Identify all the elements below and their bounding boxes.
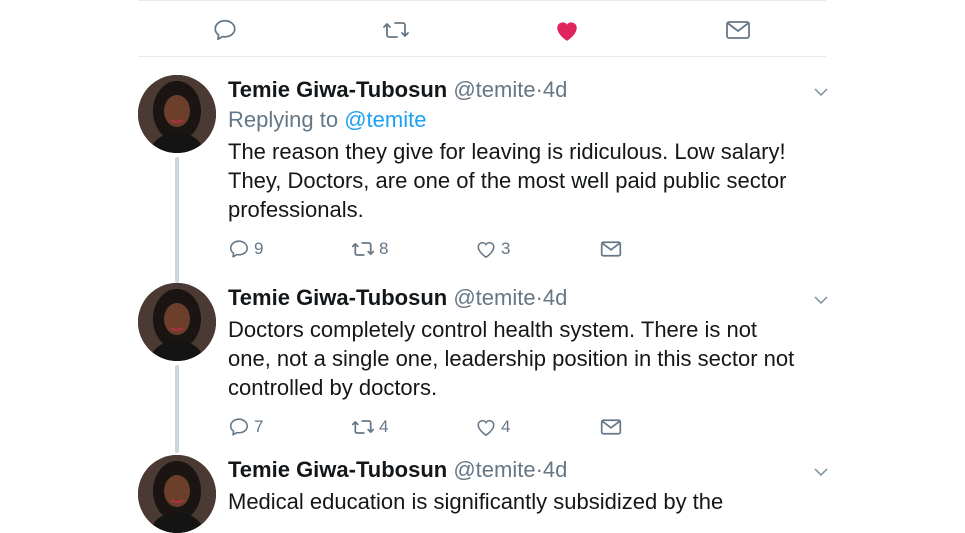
tweet-action-bar-top bbox=[138, 0, 826, 57]
retweet-icon bbox=[351, 420, 375, 434]
author-handle[interactable]: @temite bbox=[453, 77, 535, 102]
mail-icon bbox=[600, 241, 622, 257]
heart-icon bbox=[477, 419, 495, 437]
direct-message-button[interactable] bbox=[600, 234, 622, 264]
author-name[interactable]: Temie Giwa-Tubosun bbox=[228, 285, 447, 310]
direct-message-button[interactable] bbox=[600, 412, 622, 442]
tweet-header: Temie Giwa-Tubosun @temite·4d bbox=[228, 455, 828, 485]
replying-to-label: Replying to bbox=[228, 107, 339, 132]
retweet-icon bbox=[383, 22, 409, 38]
separator-dot: · bbox=[535, 77, 543, 102]
timestamp[interactable]: 4d bbox=[543, 457, 567, 482]
reply-count: 9 bbox=[254, 239, 264, 258]
mention-link[interactable]: @temite bbox=[344, 107, 426, 132]
avatar-portrait bbox=[138, 75, 216, 153]
like-button[interactable]: 3 bbox=[475, 234, 510, 264]
author-name[interactable]: Temie Giwa-Tubosun bbox=[228, 457, 447, 482]
avatar-portrait bbox=[138, 283, 216, 361]
tweet-header: Temie Giwa-Tubosun @temite·4d bbox=[228, 75, 828, 105]
tweet-body: Temie Giwa-Tubosun @temite·4d Replying t… bbox=[228, 75, 828, 264]
tweet-actions: 7 4 4 bbox=[228, 412, 826, 442]
like-count: 4 bbox=[501, 417, 511, 436]
timestamp[interactable]: 4d bbox=[543, 285, 567, 310]
tweet-text: The reason they give for leaving is ridi… bbox=[228, 139, 787, 222]
avatar[interactable] bbox=[138, 75, 216, 153]
chevron-down-icon[interactable] bbox=[812, 291, 830, 309]
retweet-button[interactable] bbox=[381, 15, 411, 45]
avatar[interactable] bbox=[138, 283, 216, 361]
chevron-down-icon[interactable] bbox=[812, 83, 830, 101]
avatar-portrait bbox=[138, 455, 216, 533]
like-button[interactable]: 4 bbox=[475, 412, 510, 442]
tweet-body: Temie Giwa-Tubosun @temite·4d Doctors co… bbox=[228, 283, 828, 442]
heart-icon bbox=[477, 241, 495, 259]
like-button[interactable] bbox=[552, 15, 582, 45]
separator-dot: · bbox=[535, 285, 543, 310]
tweet-text: Medical education is significantly subsi… bbox=[228, 489, 724, 514]
retweet-button[interactable]: 4 bbox=[351, 412, 388, 442]
retweet-count: 8 bbox=[379, 239, 389, 258]
reply-button[interactable]: 7 bbox=[228, 412, 263, 442]
tweet-text: Doctors completely control health system… bbox=[228, 317, 795, 400]
retweet-button[interactable]: 8 bbox=[351, 234, 388, 264]
thread-line bbox=[175, 157, 179, 283]
reply-button[interactable]: 9 bbox=[228, 234, 263, 264]
tweet-actions: 9 8 3 bbox=[228, 234, 826, 264]
separator-dot: · bbox=[535, 457, 543, 482]
retweet-icon bbox=[351, 242, 375, 256]
tweet-header: Temie Giwa-Tubosun @temite·4d bbox=[228, 283, 828, 313]
like-count: 3 bbox=[501, 239, 511, 258]
author-handle[interactable]: @temite bbox=[453, 457, 535, 482]
heart-filled-icon bbox=[557, 22, 577, 41]
chevron-down-icon[interactable] bbox=[812, 463, 830, 481]
mail-icon bbox=[600, 419, 622, 435]
reply-icon bbox=[229, 240, 249, 258]
reply-count: 7 bbox=[254, 417, 264, 436]
replying-to: Replying to @temite bbox=[228, 105, 826, 135]
thread-line bbox=[175, 365, 179, 453]
tweet-body: Temie Giwa-Tubosun @temite·4d Medical ed… bbox=[228, 455, 828, 516]
direct-message-button[interactable] bbox=[723, 15, 753, 45]
avatar[interactable] bbox=[138, 455, 216, 533]
reply-icon bbox=[214, 19, 236, 41]
retweet-count: 4 bbox=[379, 417, 389, 436]
reply-button[interactable] bbox=[210, 15, 240, 45]
author-handle[interactable]: @temite bbox=[453, 285, 535, 310]
mail-icon bbox=[726, 21, 750, 39]
author-name[interactable]: Temie Giwa-Tubosun bbox=[228, 77, 447, 102]
timestamp[interactable]: 4d bbox=[543, 77, 567, 102]
reply-icon bbox=[229, 418, 249, 436]
